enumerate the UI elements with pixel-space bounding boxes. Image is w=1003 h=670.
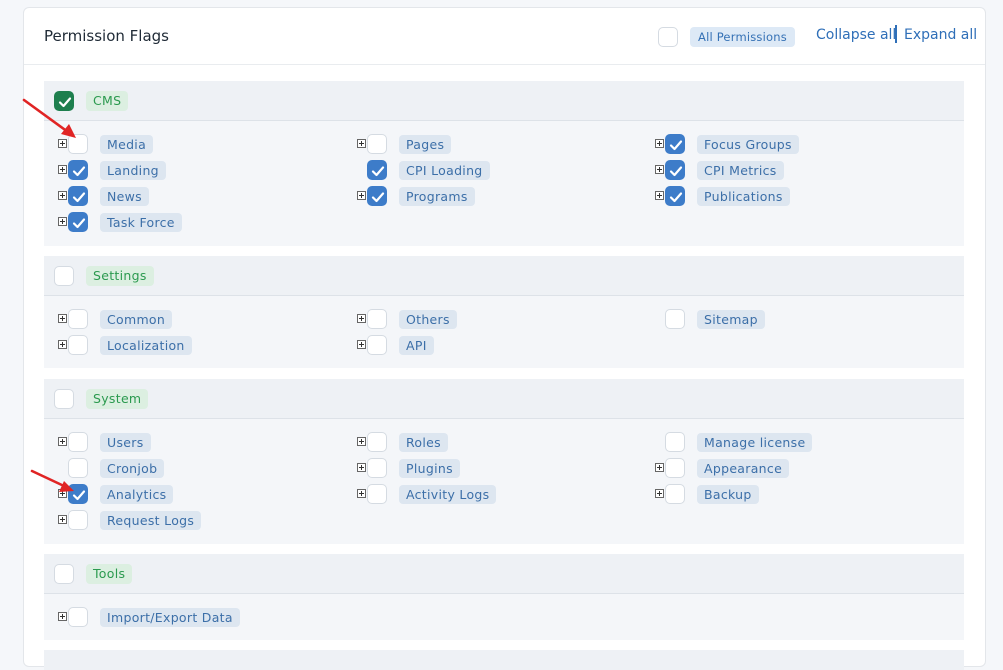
checkbox-plugins[interactable] xyxy=(367,458,387,478)
checkbox-roles[interactable] xyxy=(367,432,387,452)
permission-label[interactable]: Roles xyxy=(399,433,448,452)
checkbox-task-force[interactable] xyxy=(68,212,88,232)
checkbox-appearance[interactable] xyxy=(665,458,685,478)
checkbox-users[interactable] xyxy=(68,432,88,452)
permission-label[interactable]: Common xyxy=(100,310,173,329)
group-label-settings[interactable]: Settings xyxy=(86,266,154,286)
expand-icon[interactable] xyxy=(655,165,664,174)
permission-flags-card: Permission Flags All Permissions Collaps… xyxy=(23,7,986,670)
group-next-partial xyxy=(44,650,964,670)
checkbox-api[interactable] xyxy=(367,335,387,355)
checkbox-manage-license[interactable] xyxy=(665,432,685,452)
expand-icon[interactable] xyxy=(655,489,664,498)
expand-icon[interactable] xyxy=(357,340,366,349)
expand-icon[interactable] xyxy=(58,612,67,621)
group-settings: Settings Common Others Sitemap Localizat… xyxy=(44,256,964,368)
permission-label[interactable]: Manage license xyxy=(697,433,813,452)
permission-label[interactable]: Plugins xyxy=(399,459,460,478)
group-label-system[interactable]: System xyxy=(86,389,149,409)
group-checkbox-system[interactable] xyxy=(54,389,74,409)
expand-all-link[interactable]: Expand all xyxy=(904,27,977,43)
expand-icon[interactable] xyxy=(655,191,664,200)
checkbox-activity-logs[interactable] xyxy=(367,484,387,504)
all-permissions-label[interactable]: All Permissions xyxy=(690,27,795,47)
checkbox-programs[interactable] xyxy=(367,186,387,206)
expand-icon[interactable] xyxy=(357,139,366,148)
expand-icon[interactable] xyxy=(58,437,67,446)
expand-icon[interactable] xyxy=(655,463,664,472)
permission-label[interactable]: Pages xyxy=(399,135,452,154)
expand-icon[interactable] xyxy=(357,314,366,323)
permission-label[interactable]: API xyxy=(399,336,434,355)
permission-label[interactable]: Activity Logs xyxy=(399,485,497,504)
expand-icon[interactable] xyxy=(357,437,366,446)
checkbox-others[interactable] xyxy=(367,309,387,329)
expand-icon[interactable] xyxy=(357,191,366,200)
permission-label[interactable]: Task Force xyxy=(100,213,182,232)
permission-label[interactable]: Sitemap xyxy=(697,310,765,329)
permission-label[interactable]: Appearance xyxy=(697,459,790,478)
checkbox-import-export-data[interactable] xyxy=(68,607,88,627)
permission-label[interactable]: News xyxy=(100,187,149,206)
group-cms: CMS Media Pages Focus Groups Landing CPI… xyxy=(44,81,964,246)
checkbox-landing[interactable] xyxy=(68,160,88,180)
permission-label[interactable]: Landing xyxy=(100,161,166,180)
permission-label[interactable]: Analytics xyxy=(100,485,174,504)
permission-label[interactable]: Import/Export Data xyxy=(100,608,240,627)
checkbox-publications[interactable] xyxy=(665,186,685,206)
checkbox-focus-groups[interactable] xyxy=(665,134,685,154)
group-label-tools[interactable]: Tools xyxy=(86,564,133,584)
red-arrow-icon xyxy=(22,98,76,138)
permission-label[interactable]: CPI Loading xyxy=(399,161,490,180)
permission-label[interactable]: Programs xyxy=(399,187,475,206)
red-arrow-icon xyxy=(30,469,74,492)
expand-icon[interactable] xyxy=(357,489,366,498)
group-tools: Tools Import/Export Data xyxy=(44,554,964,640)
expand-icon[interactable] xyxy=(655,139,664,148)
permission-label[interactable]: Localization xyxy=(100,336,192,355)
checkbox-localization[interactable] xyxy=(68,335,88,355)
link-divider xyxy=(895,25,897,43)
checkbox-cpi-metrics[interactable] xyxy=(665,160,685,180)
permission-label[interactable]: Others xyxy=(399,310,457,329)
group-header: Settings xyxy=(44,256,964,296)
group-checkbox-tools[interactable] xyxy=(54,564,74,584)
expand-icon[interactable] xyxy=(58,217,67,226)
group-label-cms[interactable]: CMS xyxy=(86,91,129,111)
checkbox-sitemap[interactable] xyxy=(665,309,685,329)
card-header: Permission Flags All Permissions Collaps… xyxy=(24,8,985,65)
expand-icon[interactable] xyxy=(58,314,67,323)
checkbox-pages[interactable] xyxy=(367,134,387,154)
permission-label[interactable]: Media xyxy=(100,135,154,154)
checkbox-common[interactable] xyxy=(68,309,88,329)
expand-icon[interactable] xyxy=(58,515,67,524)
expand-icon[interactable] xyxy=(58,340,67,349)
checkbox-request-logs[interactable] xyxy=(68,510,88,530)
expand-icon[interactable] xyxy=(357,463,366,472)
page-title: Permission Flags xyxy=(44,27,169,45)
permission-label[interactable]: Cronjob xyxy=(100,459,165,478)
all-permissions-checkbox[interactable] xyxy=(658,27,678,47)
expand-icon[interactable] xyxy=(58,165,67,174)
permission-label[interactable]: Request Logs xyxy=(100,511,202,530)
group-header: System xyxy=(44,379,964,419)
group-header: CMS xyxy=(44,81,964,121)
permission-label[interactable]: Users xyxy=(100,433,151,452)
checkbox-cpi-loading[interactable] xyxy=(367,160,387,180)
permission-label[interactable]: Backup xyxy=(697,485,759,504)
checkbox-news[interactable] xyxy=(68,186,88,206)
collapse-all-link[interactable]: Collapse all xyxy=(816,27,896,43)
checkbox-backup[interactable] xyxy=(665,484,685,504)
group-system: System Users Roles Manage license Cronjo… xyxy=(44,379,964,544)
group-header: Tools xyxy=(44,554,964,594)
permission-label[interactable]: Focus Groups xyxy=(697,135,799,154)
group-checkbox-settings[interactable] xyxy=(54,266,74,286)
expand-icon[interactable] xyxy=(58,191,67,200)
permission-label[interactable]: CPI Metrics xyxy=(697,161,784,180)
permission-label[interactable]: Publications xyxy=(697,187,790,206)
